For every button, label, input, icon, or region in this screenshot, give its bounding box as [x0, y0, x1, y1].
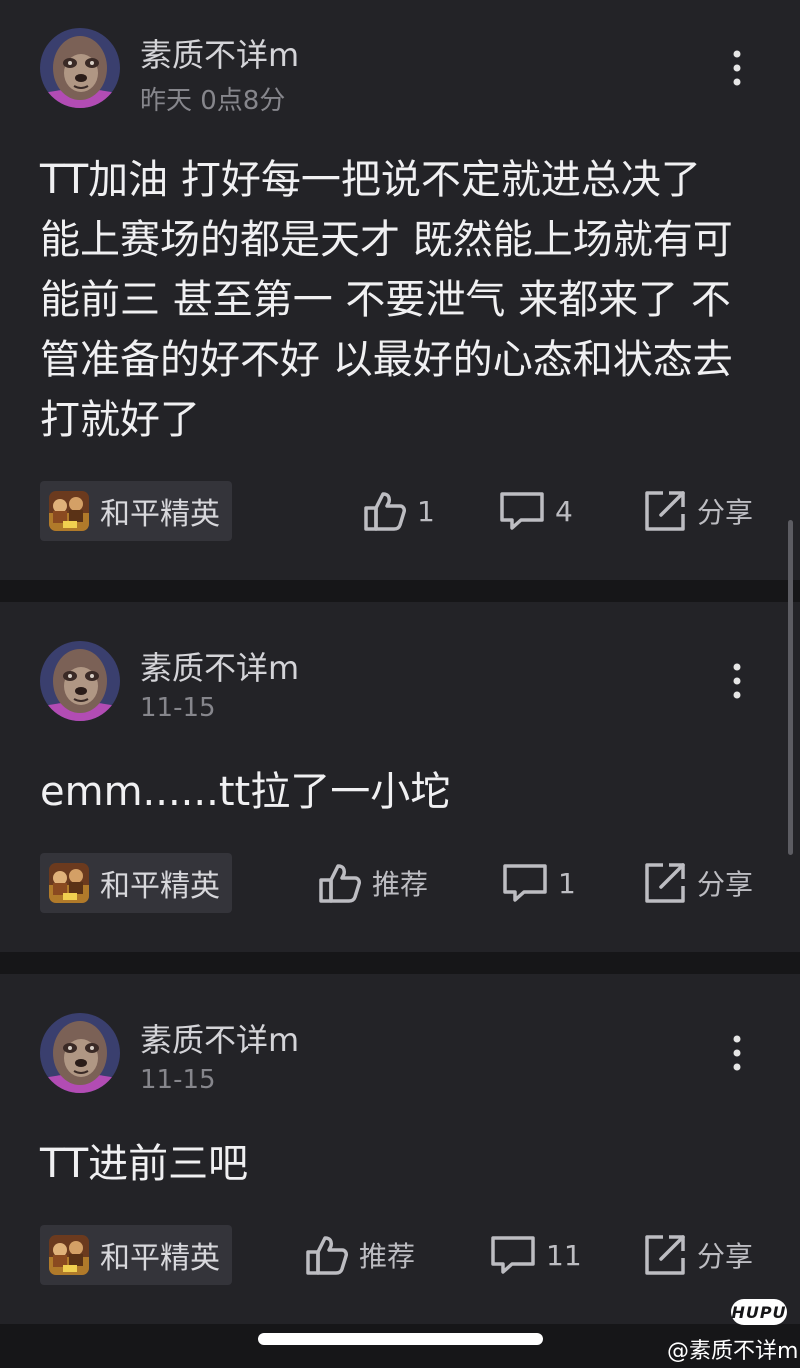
home-indicator[interactable]	[258, 1333, 543, 1345]
like-button[interactable]: 1	[363, 486, 435, 536]
topic-tag-label: 和平精英	[100, 1241, 220, 1276]
share-button[interactable]: 分享	[643, 858, 753, 908]
comment-line: emm......tt拉了一小坨	[40, 769, 451, 815]
timestamp: 昨天 0点8分	[140, 86, 286, 116]
comment-line: TT加油 打好每一把说不定就进总决了	[40, 157, 701, 203]
topic-tag[interactable]: 和平精英	[40, 853, 232, 913]
sloth-avatar-icon	[40, 1013, 120, 1093]
comment-icon	[490, 1235, 536, 1275]
hupu-logo: HUPU	[731, 1299, 787, 1325]
topic-tag[interactable]: 和平精英	[40, 481, 232, 541]
timestamp: 11-15	[140, 693, 216, 723]
share-icon	[643, 1233, 687, 1277]
more-vertical-icon[interactable]	[727, 48, 747, 88]
share-label: 分享	[697, 496, 754, 529]
comment-card: 素质不详m 11-15 emm......tt拉了一小坨 和平精英 推荐 1 分…	[0, 602, 800, 952]
username[interactable]: 素质不详m	[140, 643, 299, 689]
scrollbar[interactable]	[788, 520, 793, 855]
share-button[interactable]: 分享	[643, 1230, 753, 1280]
game-tag-icon	[49, 1235, 89, 1275]
more-vertical-icon[interactable]	[727, 1033, 747, 1073]
reply-button[interactable]: 1	[502, 858, 576, 908]
thumb-up-icon	[305, 1233, 349, 1277]
timestamp: 11-15	[140, 1065, 216, 1095]
topic-tag-label: 和平精英	[100, 869, 220, 904]
comment-content: TT进前三吧	[40, 1134, 760, 1194]
reply-button[interactable]: 4	[499, 486, 573, 536]
avatar[interactable]	[40, 28, 120, 108]
reply-button[interactable]: 11	[490, 1230, 582, 1280]
sloth-avatar-icon	[40, 641, 120, 721]
comment-icon	[499, 491, 545, 531]
share-button[interactable]: 分享	[643, 486, 753, 536]
comment-line: TT进前三吧	[40, 1141, 249, 1187]
like-count: 1	[417, 494, 435, 528]
comment-icon	[502, 863, 548, 903]
share-label: 分享	[697, 1240, 754, 1273]
username[interactable]: 素质不详m	[140, 1015, 299, 1061]
reply-count: 11	[546, 1238, 582, 1272]
reply-count: 1	[558, 866, 576, 900]
like-button[interactable]: 推荐	[318, 858, 428, 908]
sloth-avatar-icon	[40, 28, 120, 108]
thumb-up-icon	[318, 861, 362, 905]
reply-count: 4	[555, 494, 573, 528]
comment-content: TT加油 打好每一把说不定就进总决了 能上赛场的都是天才 既然能上场就有可 能前…	[40, 150, 760, 450]
topic-tag[interactable]: 和平精英	[40, 1225, 232, 1285]
game-tag-icon	[49, 491, 89, 531]
topic-tag-label: 和平精英	[100, 497, 220, 532]
comment-card: 素质不详m 11-15 TT进前三吧 和平精英 推荐 11 分享	[0, 974, 800, 1324]
username[interactable]: 素质不详m	[140, 30, 299, 76]
comment-content: emm......tt拉了一小坨	[40, 762, 760, 822]
share-icon	[643, 489, 687, 533]
share-icon	[643, 861, 687, 905]
comment-line: 能上赛场的都是天才 既然能上场就有可	[40, 217, 733, 263]
comment-line: 能前三 甚至第一 不要泄气 来都来了 不	[40, 277, 731, 323]
like-label: 推荐	[359, 1240, 416, 1273]
like-button[interactable]: 推荐	[305, 1230, 415, 1280]
comment-line: 管准备的好不好 以最好的心态和状态去	[40, 337, 733, 383]
comment-line: 打就好了	[40, 397, 200, 443]
more-vertical-icon[interactable]	[727, 661, 747, 701]
avatar[interactable]	[40, 1013, 120, 1093]
thumb-up-icon	[363, 489, 407, 533]
comment-card: 素质不详m 昨天 0点8分 TT加油 打好每一把说不定就进总决了 能上赛场的都是…	[0, 0, 800, 580]
like-label: 推荐	[372, 868, 429, 901]
game-tag-icon	[49, 863, 89, 903]
avatar[interactable]	[40, 641, 120, 721]
share-label: 分享	[697, 868, 754, 901]
watermark-text: @素质不详m	[667, 1339, 799, 1364]
